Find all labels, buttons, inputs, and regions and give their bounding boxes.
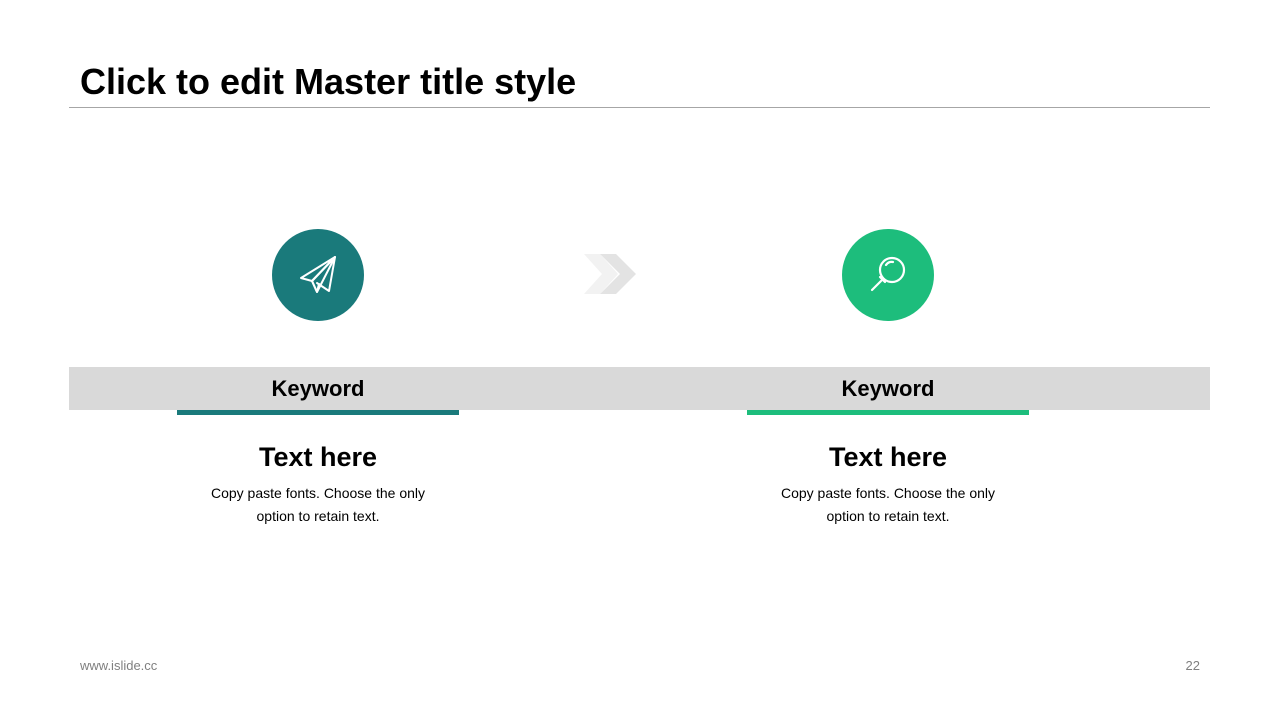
step-2-keyword: Keyword [841, 375, 935, 401]
step-1-description: Copy paste fonts. Choose the only option… [210, 485, 426, 524]
step-1-keyword: Keyword [271, 375, 365, 401]
step-2-icon-circle [842, 229, 934, 321]
step-2-heading: Text here [828, 442, 948, 472]
step-2-underline [747, 410, 1029, 415]
footer-url[interactable]: www.islide.cc [80, 658, 157, 673]
chevron-arrows-icon [584, 254, 636, 294]
step-1-icon-circle [272, 229, 364, 321]
step-1-heading: Text here [258, 442, 378, 472]
magnifier-icon [870, 256, 906, 292]
slide-title: Click to edit Master title style [80, 61, 577, 102]
title-divider [69, 107, 1210, 108]
paper-plane-icon [300, 256, 336, 293]
step-1-underline [177, 410, 459, 415]
page-number: 22 [1185, 658, 1200, 673]
step-2-description: Copy paste fonts. Choose the only option… [780, 485, 996, 524]
